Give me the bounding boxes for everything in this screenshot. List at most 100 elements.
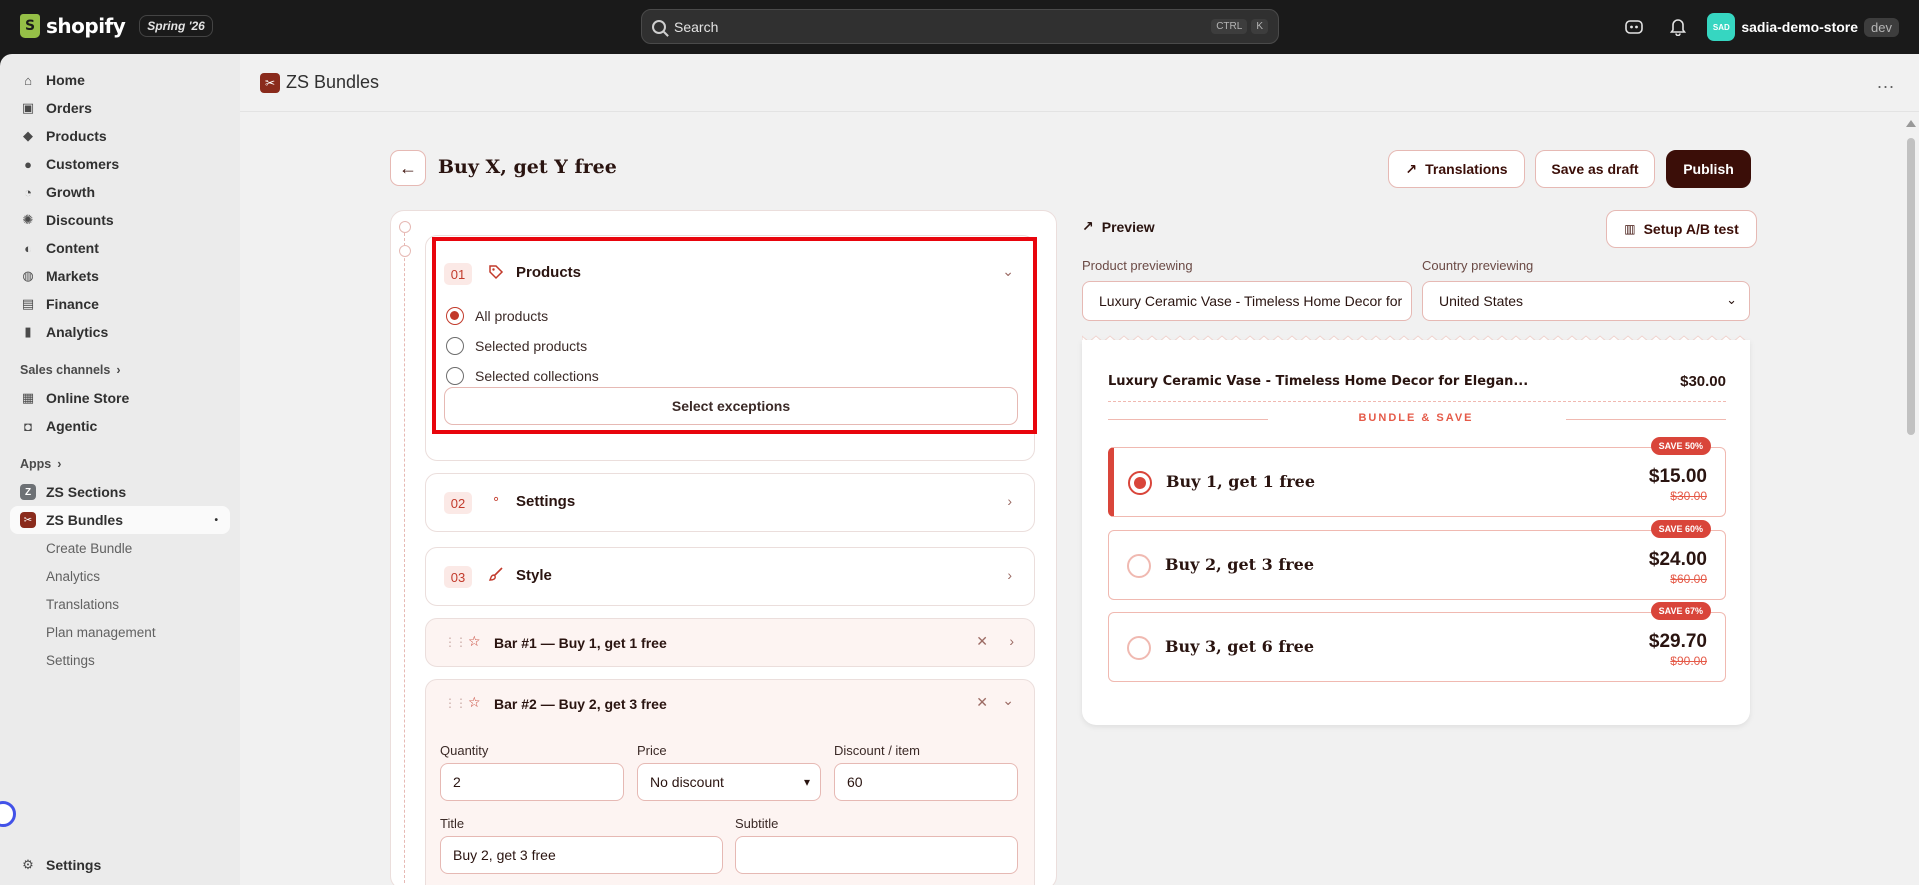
sidebar-item-settings[interactable]: ⚙ Settings: [0, 851, 240, 879]
scroll-up-icon[interactable]: [1906, 120, 1916, 127]
country-previewing-select[interactable]: United States ⌄: [1422, 281, 1750, 321]
sidebar-item-products[interactable]: ◆ Products: [0, 122, 240, 150]
settings-step-card[interactable]: 02 ∘ Settings ›: [425, 473, 1035, 532]
preview-title: Preview: [1101, 218, 1155, 235]
sidebar-item-label: Growth: [46, 184, 95, 200]
brand-name: shopify: [46, 14, 126, 38]
sales-channels-label: Sales channels: [20, 363, 111, 377]
save-badge: SAVE 60%: [1650, 520, 1711, 538]
price-select[interactable]: No discount ▾: [637, 763, 821, 801]
sidebar-subitem-plan-management[interactable]: Plan management: [0, 618, 240, 646]
offer-original-price: $30.00: [1670, 489, 1707, 503]
radio-button[interactable]: [446, 337, 464, 355]
offer-original-price: $90.00: [1670, 654, 1707, 668]
chevron-down-icon[interactable]: ⌄: [1002, 263, 1014, 280]
chevron-right-icon: ›: [57, 457, 62, 471]
preview-product-price: $30.00: [1680, 373, 1726, 390]
offer-price: $15.00: [1648, 466, 1707, 487]
chevron-right-icon[interactable]: ›: [1009, 633, 1014, 649]
close-icon[interactable]: ✕: [976, 633, 988, 650]
sidebar-subitem-translations[interactable]: Translations: [0, 590, 240, 618]
price-label: Price: [637, 743, 667, 758]
radio-all-products[interactable]: All products: [446, 307, 548, 325]
chevron-down-icon[interactable]: ⌄: [1002, 692, 1014, 709]
products-step-card: 01 Products ⌄ All products Selected prod…: [425, 235, 1035, 461]
sidebar-item-label: Online Store: [46, 390, 130, 406]
sidebar-item-label: Settings: [46, 857, 102, 873]
sidebar-item-zs-bundles[interactable]: ✂ ZS Bundles •: [10, 506, 230, 534]
discount-input[interactable]: 60: [834, 763, 1018, 801]
sidebar-item-online-store[interactable]: ▦ Online Store: [0, 384, 240, 412]
product-previewing-select[interactable]: Luxury Ceramic Vase - Timeless Home Deco…: [1082, 281, 1412, 321]
sidebar-item-finance[interactable]: ▤ Finance: [0, 290, 240, 318]
offer-option[interactable]: Buy 2, get 3 free SAVE 60% $24.00 $60.00: [1108, 520, 1726, 600]
bar-1-card[interactable]: ⋮⋮ ☆ Bar #1 — Buy 1, get 1 free ✕ ›: [425, 618, 1035, 667]
style-step-card[interactable]: 03 Style ›: [425, 547, 1035, 606]
save-draft-button[interactable]: Save as draft: [1535, 150, 1655, 188]
page-title: Buy X, get Y free: [438, 156, 617, 178]
sidebar-item-growth[interactable]: ◔ Growth: [0, 178, 240, 206]
page-header: ← Buy X, get Y free ↗ Translations Save …: [390, 150, 1751, 188]
sidebar-item-label: Agentic: [46, 418, 98, 434]
sidebar-item-home[interactable]: ⌂ Home: [0, 66, 240, 94]
avatar: SAD: [1707, 13, 1736, 41]
sidebar-item-analytics[interactable]: ▮ Analytics: [0, 318, 240, 346]
shopify-logo[interactable]: shopify Spring '26: [20, 14, 213, 38]
sidebar-subitem-create-bundle[interactable]: Create Bundle: [0, 534, 240, 562]
subtitle-input[interactable]: [735, 836, 1018, 874]
offer-radio[interactable]: [1127, 636, 1151, 660]
bell-icon[interactable]: [1663, 12, 1693, 42]
scrollbar[interactable]: [1903, 114, 1919, 885]
scrollbar-thumb[interactable]: [1907, 138, 1915, 435]
search-input[interactable]: Search CTRL K: [641, 9, 1279, 44]
select-exceptions-button[interactable]: Select exceptions: [444, 387, 1018, 425]
sidebar-item-orders[interactable]: ▣ Orders: [0, 94, 240, 122]
sidebar-item-zs-sections[interactable]: Z ZS Sections: [0, 478, 240, 506]
sidebar-item-discounts[interactable]: ✺ Discounts: [0, 206, 240, 234]
sidebar-subitem-settings[interactable]: Settings: [0, 646, 240, 674]
external-link-icon: ↗: [1405, 160, 1418, 177]
sidebar-item-agentic[interactable]: ◘ Agentic: [0, 412, 240, 440]
sidebar-item-markets[interactable]: ◍ Markets: [0, 262, 240, 290]
back-button[interactable]: ←: [390, 150, 426, 186]
publish-button[interactable]: Publish: [1666, 150, 1751, 188]
bar-2-card: ⋮⋮ ☆ Bar #2 — Buy 2, get 3 free ✕ ⌄ Quan…: [425, 679, 1035, 885]
radio-button[interactable]: [446, 367, 464, 385]
content-icon: ◐: [24, 240, 32, 256]
offer-option[interactable]: Buy 3, get 6 free SAVE 67% $29.70 $90.00: [1108, 602, 1726, 682]
price-select-value: No discount: [650, 774, 724, 790]
preview-product-name: Luxury Ceramic Vase - Timeless Home Deco…: [1108, 374, 1529, 389]
drag-handle-icon[interactable]: ⋮⋮: [444, 696, 467, 710]
chevron-right-icon[interactable]: ›: [1007, 493, 1012, 509]
offer-radio[interactable]: [1127, 554, 1151, 578]
radio-selected-products[interactable]: Selected products: [446, 337, 587, 355]
sidebar-item-customers[interactable]: ● Customers: [0, 150, 240, 178]
sales-channels-header[interactable]: Sales channels ›: [0, 356, 240, 384]
radio-button[interactable]: [446, 307, 464, 325]
store-menu[interactable]: SAD sadia-demo-store dev: [1707, 13, 1899, 41]
product-previewing-label: Product previewing: [1082, 258, 1193, 273]
close-icon[interactable]: ✕: [976, 694, 988, 711]
bundle-save-label: BUNDLE & SAVE: [1358, 412, 1474, 424]
setup-ab-test-button[interactable]: ▥ Setup A/B test: [1606, 210, 1757, 248]
title-input[interactable]: Buy 2, get 3 free: [440, 836, 723, 874]
offer-radio[interactable]: [1128, 471, 1152, 495]
radio-selected-collections[interactable]: Selected collections: [446, 367, 599, 385]
offer-option[interactable]: Buy 1, get 1 free SAVE 50% $15.00 $30.00: [1108, 437, 1726, 517]
sidebar-subitem-analytics[interactable]: Analytics: [0, 562, 240, 590]
chevron-right-icon[interactable]: ›: [1007, 567, 1012, 583]
step-title: Products: [516, 264, 582, 281]
subtitle-label: Subtitle: [735, 816, 779, 831]
sidebar-item-content[interactable]: ◐ Content: [0, 234, 240, 262]
translations-button[interactable]: ↗ Translations: [1388, 150, 1525, 188]
star-icon: ☆: [468, 694, 481, 710]
bar-chart-icon: ▥: [1624, 222, 1636, 236]
shopify-bag-icon: [20, 14, 40, 38]
drag-handle-icon[interactable]: ⋮⋮: [444, 635, 467, 649]
apps-header[interactable]: Apps ›: [0, 450, 240, 478]
bundle-editor: 01 Products ⌄ All products Selected prod…: [390, 210, 1057, 885]
more-actions-icon[interactable]: ...: [1877, 72, 1895, 93]
gear-icon: ⚙: [22, 857, 34, 872]
sidekick-icon[interactable]: [1619, 12, 1649, 42]
quantity-input[interactable]: 2: [440, 763, 624, 801]
